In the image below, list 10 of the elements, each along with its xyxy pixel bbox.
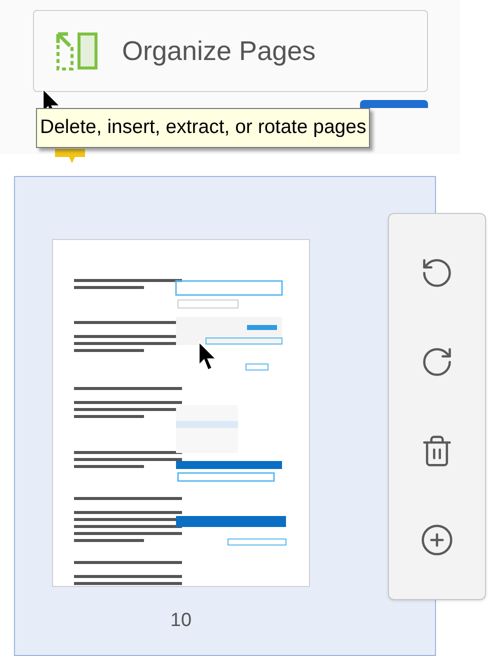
organize-pages-button[interactable]: Organize Pages [33,10,428,92]
button-label: Organize Pages [122,34,316,68]
plus-circle-icon[interactable] [420,523,454,558]
button-edge [360,100,428,108]
page-thumbnail-card[interactable]: 10 [14,176,436,656]
page-number: 10 [170,609,192,633]
review-icon [55,149,85,165]
organize-pages-icon [56,31,100,71]
tooltip-text: Delete, insert, extract, or rotate pages [40,115,366,140]
trash-icon[interactable] [420,434,454,468]
